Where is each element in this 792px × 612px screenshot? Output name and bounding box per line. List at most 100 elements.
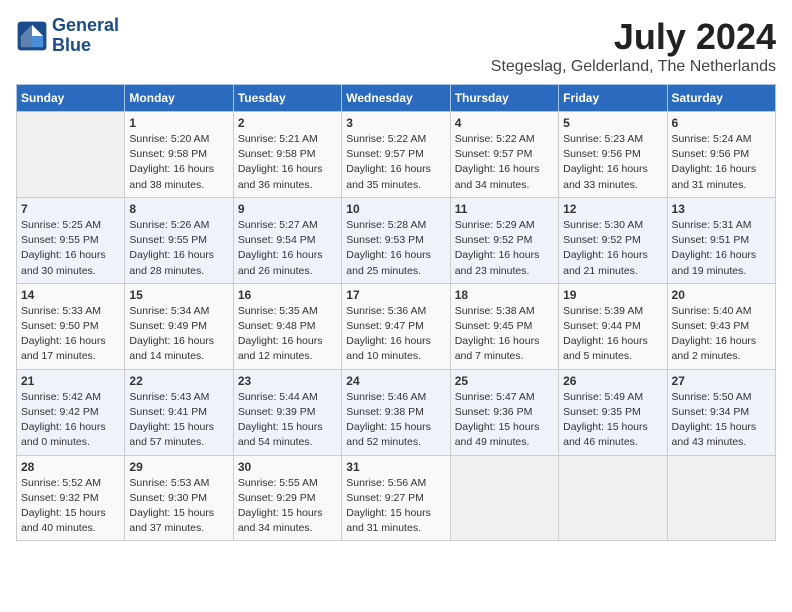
calendar-cell: 11 Sunrise: 5:29 AM Sunset: 9:52 PM Dayli… [450,197,558,283]
day-number: 8 [129,202,228,216]
day-info: Sunrise: 5:44 AM Sunset: 9:39 PM Dayligh… [238,390,337,451]
day-number: 28 [21,460,120,474]
day-info: Sunrise: 5:38 AM Sunset: 9:45 PM Dayligh… [455,304,554,365]
day-info: Sunrise: 5:43 AM Sunset: 9:41 PM Dayligh… [129,390,228,451]
day-info: Sunrise: 5:55 AM Sunset: 9:29 PM Dayligh… [238,476,337,537]
calendar-cell: 4 Sunrise: 5:22 AM Sunset: 9:57 PM Daylig… [450,112,558,198]
calendar-cell: 20 Sunrise: 5:40 AM Sunset: 9:43 PM Dayli… [667,283,775,369]
day-info: Sunrise: 5:47 AM Sunset: 9:36 PM Dayligh… [455,390,554,451]
calendar-header-row: SundayMondayTuesdayWednesdayThursdayFrid… [17,85,776,112]
day-info: Sunrise: 5:52 AM Sunset: 9:32 PM Dayligh… [21,476,120,537]
calendar-cell: 10 Sunrise: 5:28 AM Sunset: 9:53 PM Dayli… [342,197,450,283]
day-info: Sunrise: 5:50 AM Sunset: 9:34 PM Dayligh… [672,390,771,451]
day-info: Sunrise: 5:40 AM Sunset: 9:43 PM Dayligh… [672,304,771,365]
calendar-cell: 21 Sunrise: 5:42 AM Sunset: 9:42 PM Dayli… [17,369,125,455]
day-info: Sunrise: 5:34 AM Sunset: 9:49 PM Dayligh… [129,304,228,365]
day-number: 1 [129,116,228,130]
day-number: 24 [346,374,445,388]
calendar-week-row: 21 Sunrise: 5:42 AM Sunset: 9:42 PM Dayli… [17,369,776,455]
header-saturday: Saturday [667,85,775,112]
day-info: Sunrise: 5:22 AM Sunset: 9:57 PM Dayligh… [346,132,445,193]
day-number: 25 [455,374,554,388]
calendar-cell: 29 Sunrise: 5:53 AM Sunset: 9:30 PM Dayli… [125,455,233,541]
calendar-cell: 5 Sunrise: 5:23 AM Sunset: 9:56 PM Daylig… [559,112,667,198]
day-number: 26 [563,374,662,388]
calendar-cell: 24Sunrise: 5:46 AM Sunset: 9:38 PM Dayli… [342,369,450,455]
location-subtitle: Stegeslag, Gelderland, The Netherlands [491,58,776,76]
calendar-cell: 30Sunrise: 5:55 AM Sunset: 9:29 PM Dayli… [233,455,341,541]
calendar-cell: 19 Sunrise: 5:39 AM Sunset: 9:44 PM Dayli… [559,283,667,369]
day-info: Sunrise: 5:23 AM Sunset: 9:56 PM Dayligh… [563,132,662,193]
day-number: 31 [346,460,445,474]
day-number: 10 [346,202,445,216]
calendar-cell: 15 Sunrise: 5:34 AM Sunset: 9:49 PM Dayli… [125,283,233,369]
day-number: 21 [21,374,120,388]
page-header: General Blue July 2024 Stegeslag, Gelder… [16,16,776,76]
day-info: Sunrise: 5:28 AM Sunset: 9:53 PM Dayligh… [346,218,445,279]
day-number: 23 [238,374,337,388]
calendar-cell: 13Sunrise: 5:31 AM Sunset: 9:51 PM Dayli… [667,197,775,283]
day-info: Sunrise: 5:27 AM Sunset: 9:54 PM Dayligh… [238,218,337,279]
day-info: Sunrise: 5:22 AM Sunset: 9:57 PM Dayligh… [455,132,554,193]
day-number: 2 [238,116,337,130]
header-sunday: Sunday [17,85,125,112]
day-info: Sunrise: 5:30 AM Sunset: 9:52 PM Dayligh… [563,218,662,279]
day-info: Sunrise: 5:39 AM Sunset: 9:44 PM Dayligh… [563,304,662,365]
calendar-cell: 22 Sunrise: 5:43 AM Sunset: 9:41 PM Dayli… [125,369,233,455]
day-number: 9 [238,202,337,216]
calendar-cell [450,455,558,541]
header-thursday: Thursday [450,85,558,112]
calendar-cell: 12 Sunrise: 5:30 AM Sunset: 9:52 PM Dayli… [559,197,667,283]
logo: General Blue [16,16,119,56]
day-info: Sunrise: 5:56 AM Sunset: 9:27 PM Dayligh… [346,476,445,537]
day-number: 3 [346,116,445,130]
header-friday: Friday [559,85,667,112]
calendar-cell: 9 Sunrise: 5:27 AM Sunset: 9:54 PM Daylig… [233,197,341,283]
logo-icon [16,20,48,52]
header-tuesday: Tuesday [233,85,341,112]
calendar-week-row: 1Sunrise: 5:20 AM Sunset: 9:58 PM Daylig… [17,112,776,198]
day-info: Sunrise: 5:24 AM Sunset: 9:56 PM Dayligh… [672,132,771,193]
calendar-cell: 8Sunrise: 5:26 AM Sunset: 9:55 PM Daylig… [125,197,233,283]
calendar-cell: 27Sunrise: 5:50 AM Sunset: 9:34 PM Dayli… [667,369,775,455]
header-monday: Monday [125,85,233,112]
day-info: Sunrise: 5:21 AM Sunset: 9:58 PM Dayligh… [238,132,337,193]
day-info: Sunrise: 5:42 AM Sunset: 9:42 PM Dayligh… [21,390,120,451]
day-number: 11 [455,202,554,216]
calendar-cell: 23 Sunrise: 5:44 AM Sunset: 9:39 PM Dayli… [233,369,341,455]
day-number: 29 [129,460,228,474]
logo-text: General Blue [52,16,119,56]
day-number: 16 [238,288,337,302]
calendar-cell: 14 Sunrise: 5:33 AM Sunset: 9:50 PM Dayli… [17,283,125,369]
day-number: 17 [346,288,445,302]
calendar-cell: 17 Sunrise: 5:36 AM Sunset: 9:47 PM Dayli… [342,283,450,369]
calendar-cell: 31 Sunrise: 5:56 AM Sunset: 9:27 PM Dayli… [342,455,450,541]
day-number: 15 [129,288,228,302]
day-number: 4 [455,116,554,130]
calendar-week-row: 14 Sunrise: 5:33 AM Sunset: 9:50 PM Dayli… [17,283,776,369]
calendar-week-row: 28 Sunrise: 5:52 AM Sunset: 9:32 PM Dayli… [17,455,776,541]
calendar-cell: 2 Sunrise: 5:21 AM Sunset: 9:58 PM Daylig… [233,112,341,198]
title-block: July 2024 Stegeslag, Gelderland, The Net… [491,16,776,76]
calendar-cell: 7Sunrise: 5:25 AM Sunset: 9:55 PM Daylig… [17,197,125,283]
day-number: 5 [563,116,662,130]
day-info: Sunrise: 5:29 AM Sunset: 9:52 PM Dayligh… [455,218,554,279]
day-number: 12 [563,202,662,216]
day-number: 19 [563,288,662,302]
calendar-cell: 18 Sunrise: 5:38 AM Sunset: 9:45 PM Dayli… [450,283,558,369]
day-info: Sunrise: 5:35 AM Sunset: 9:48 PM Dayligh… [238,304,337,365]
day-info: Sunrise: 5:53 AM Sunset: 9:30 PM Dayligh… [129,476,228,537]
day-number: 7 [21,202,120,216]
day-number: 20 [672,288,771,302]
day-info: Sunrise: 5:36 AM Sunset: 9:47 PM Dayligh… [346,304,445,365]
day-info: Sunrise: 5:33 AM Sunset: 9:50 PM Dayligh… [21,304,120,365]
day-number: 18 [455,288,554,302]
day-number: 13 [672,202,771,216]
calendar-cell: 28 Sunrise: 5:52 AM Sunset: 9:32 PM Dayli… [17,455,125,541]
calendar-cell: 3 Sunrise: 5:22 AM Sunset: 9:57 PM Daylig… [342,112,450,198]
day-number: 22 [129,374,228,388]
calendar-cell: 16 Sunrise: 5:35 AM Sunset: 9:48 PM Dayli… [233,283,341,369]
calendar-cell: 6Sunrise: 5:24 AM Sunset: 9:56 PM Daylig… [667,112,775,198]
calendar-cell [17,112,125,198]
day-number: 14 [21,288,120,302]
